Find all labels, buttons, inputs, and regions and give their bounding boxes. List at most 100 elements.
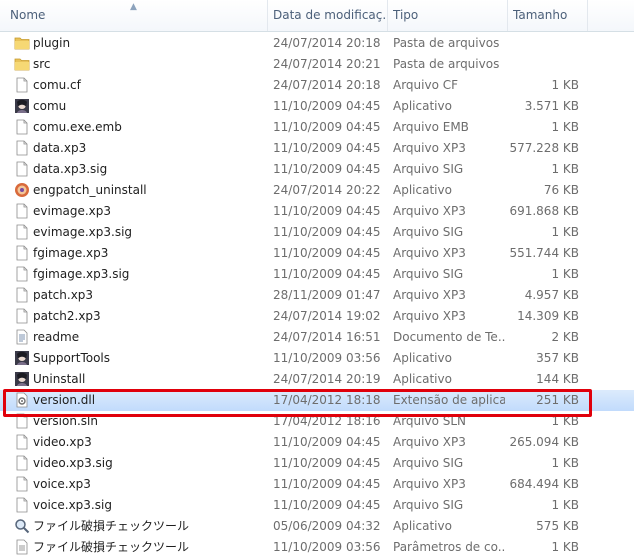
file-row[interactable]: voice.xp3.sig 11/10/2009 04:45 Arquivo SIG… xyxy=(0,495,634,516)
file-row[interactable]: data.xp3 11/10/2009 04:45 Arquivo XP3 577.2… xyxy=(0,138,634,159)
file-row[interactable]: comu.exe.emb 11/10/2009 04:45 Arquivo EMB 1… xyxy=(0,117,634,138)
file-type: Pasta de arquivos xyxy=(393,36,500,50)
file-size: 1 KB xyxy=(551,120,579,134)
file-type: Pasta de arquivos xyxy=(393,57,500,71)
file-date: 24/07/2014 20:22 xyxy=(273,183,381,197)
file-type: Arquivo XP3 xyxy=(393,435,466,449)
file-size: 577.228 KB xyxy=(509,141,579,155)
file-name: SupportTools xyxy=(33,351,110,365)
file-date: 24/07/2014 20:18 xyxy=(273,36,381,50)
file-row[interactable]: engpatch_uninstall 24/07/2014 20:22 Aplica… xyxy=(0,180,634,201)
file-type: Parâmetros de co... xyxy=(393,540,505,554)
column-header-size[interactable]: Tamanho xyxy=(513,0,585,31)
file-row[interactable]: plugin 24/07/2014 20:18 Pasta de arquivos xyxy=(0,33,634,54)
file-row[interactable]: evimage.xp3 11/10/2009 04:45 Arquivo XP3 69… xyxy=(0,201,634,222)
file-date: 24/07/2014 20:21 xyxy=(273,57,381,71)
file-name: video.xp3 xyxy=(33,435,92,449)
file-row[interactable]: Uninstall 24/07/2014 20:19 Aplicativo 144 K… xyxy=(0,369,634,390)
file-name: version.sln xyxy=(33,414,98,428)
file-row[interactable]: video.xp3 11/10/2009 04:45 Arquivo XP3 265.… xyxy=(0,432,634,453)
file-name: ファイル破損チェックツール xyxy=(33,540,190,554)
file-row[interactable]: ファイル破損チェックツール 11/10/2009 03:56 Parâmetros … xyxy=(0,537,634,558)
file-date: 11/10/2009 04:45 xyxy=(273,225,381,239)
file-size: 1 KB xyxy=(551,540,579,554)
magnifier-app-icon xyxy=(14,518,30,534)
file-type: Extensão de aplica... xyxy=(393,393,505,407)
file-size: 575 KB xyxy=(536,519,579,533)
file-name: comu.exe.emb xyxy=(33,120,122,134)
file-type: Arquivo XP3 xyxy=(393,309,466,323)
file-row[interactable]: evimage.xp3.sig 11/10/2009 04:45 Arquivo S… xyxy=(0,222,634,243)
file-name: patch2.xp3 xyxy=(33,309,101,323)
folder-icon xyxy=(14,56,30,72)
file-name: comu.cf xyxy=(33,78,81,92)
file-name: video.xp3.sig xyxy=(33,456,113,470)
file-size: 551.744 KB xyxy=(509,246,579,260)
column-divider[interactable] xyxy=(267,0,268,31)
column-header-date[interactable]: Data de modificaç... xyxy=(273,0,385,31)
file-row[interactable]: video.xp3.sig 11/10/2009 04:45 Arquivo SIG… xyxy=(0,453,634,474)
file-row[interactable]: version.sln 17/04/2012 18:16 Arquivo SLN 1 … xyxy=(0,411,634,432)
file-row[interactable]: voice.xp3 11/10/2009 04:45 Arquivo XP3 684.… xyxy=(0,474,634,495)
column-header-type[interactable]: Tipo xyxy=(393,0,503,31)
file-icon xyxy=(14,287,30,303)
file-date: 11/10/2009 04:45 xyxy=(273,204,381,218)
file-row[interactable]: fgimage.xp3 11/10/2009 04:45 Arquivo XP3 55… xyxy=(0,243,634,264)
column-header-name[interactable]: Nome xyxy=(10,0,265,31)
file-date: 11/10/2009 04:45 xyxy=(273,246,381,260)
file-name: patch.xp3 xyxy=(33,288,94,302)
file-row[interactable]: data.xp3.sig 11/10/2009 04:45 Arquivo SIG 1… xyxy=(0,159,634,180)
file-row[interactable]: readme 24/07/2014 16:51 Documento de Te...… xyxy=(0,327,634,348)
file-row[interactable]: comu.cf 24/07/2014 20:18 Arquivo CF 1 KB xyxy=(0,75,634,96)
file-icon xyxy=(14,140,30,156)
file-size: 1 KB xyxy=(551,162,579,176)
file-icon xyxy=(14,77,30,93)
file-name: data.xp3 xyxy=(33,141,87,155)
file-type: Documento de Te... xyxy=(393,330,505,344)
file-icon xyxy=(14,455,30,471)
file-icon xyxy=(14,413,30,429)
file-type: Arquivo SLN xyxy=(393,414,467,428)
text-document-icon xyxy=(14,329,30,345)
file-name: src xyxy=(33,57,51,71)
file-date: 24/07/2014 16:51 xyxy=(273,330,381,344)
file-icon xyxy=(14,308,30,324)
file-size: 1 KB xyxy=(551,456,579,470)
file-icon xyxy=(14,245,30,261)
file-date: 11/10/2009 03:56 xyxy=(273,540,381,554)
app-icon xyxy=(14,350,30,366)
file-type: Arquivo XP3 xyxy=(393,246,466,260)
column-divider[interactable] xyxy=(507,0,508,31)
uninstall-app-icon xyxy=(14,182,30,198)
file-name: evimage.xp3.sig xyxy=(33,225,133,239)
file-row[interactable]: src 24/07/2014 20:21 Pasta de arquivos xyxy=(0,54,634,75)
file-name: readme xyxy=(33,330,80,344)
column-divider[interactable] xyxy=(387,0,388,31)
file-type: Arquivo XP3 xyxy=(393,477,466,491)
file-row[interactable]: version.dll 17/04/2012 18:18 Extensão de a… xyxy=(0,390,634,411)
column-header-bar: Nome ▲ Data de modificaç... Tipo Tamanho xyxy=(0,0,634,32)
file-row[interactable]: fgimage.xp3.sig 11/10/2009 04:45 Arquivo S… xyxy=(0,264,634,285)
file-row[interactable]: patch2.xp3 24/07/2014 19:02 Arquivo XP3 14.… xyxy=(0,306,634,327)
file-date: 11/10/2009 04:45 xyxy=(273,456,381,470)
file-name: fgimage.xp3 xyxy=(33,246,109,260)
file-icon xyxy=(14,434,30,450)
file-type: Arquivo EMB xyxy=(393,120,469,134)
file-icon xyxy=(14,119,30,135)
file-type: Aplicativo xyxy=(393,99,452,113)
file-row[interactable]: patch.xp3 28/11/2009 01:47 Arquivo XP3 4.95… xyxy=(0,285,634,306)
column-divider[interactable] xyxy=(587,0,588,31)
file-size: 14.309 KB xyxy=(517,309,579,323)
file-size xyxy=(505,33,579,54)
file-date: 11/10/2009 03:56 xyxy=(273,351,381,365)
file-size: 4.957 KB xyxy=(524,288,579,302)
file-date: 17/04/2012 18:16 xyxy=(273,414,381,428)
file-row[interactable]: SupportTools 11/10/2009 03:56 Aplicativo 35… xyxy=(0,348,634,369)
file-name: plugin xyxy=(33,36,71,50)
file-date: 11/10/2009 04:45 xyxy=(273,267,381,281)
file-size: 1 KB xyxy=(551,225,579,239)
file-row[interactable]: ファイル破損チェックツール 05/06/2009 04:32 Aplicativo 5… xyxy=(0,516,634,537)
file-size: 251 KB xyxy=(536,393,579,407)
file-type: Arquivo XP3 xyxy=(393,141,466,155)
file-row[interactable]: comu 11/10/2009 04:45 Aplicativo 3.571 KB xyxy=(0,96,634,117)
